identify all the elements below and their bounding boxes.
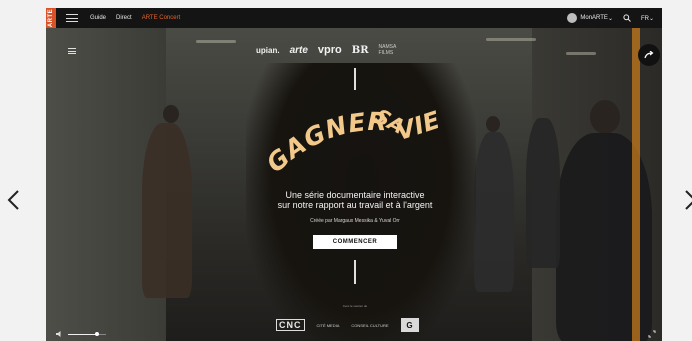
nav-direct[interactable]: Direct xyxy=(116,15,132,21)
divider-line-top xyxy=(354,68,356,90)
chevron-down-icon: ⌄ xyxy=(607,15,613,22)
partner-logos: upian. arte vpro BR NAMSA FILMS xyxy=(256,44,411,56)
br-logo: BR xyxy=(351,44,369,56)
subtitle-line: Une série documentaire interactive xyxy=(285,190,425,200)
volume-icon[interactable] xyxy=(56,330,64,338)
account-menu[interactable]: MonARTE ⌄ xyxy=(567,13,613,23)
arte-topbar: ARTE Guide Direct ARTE Concert MonARTE ⌄… xyxy=(46,8,662,28)
next-slide-arrow-icon[interactable] xyxy=(680,188,692,212)
passerby xyxy=(142,123,192,298)
arte-partner-logo: arte xyxy=(289,44,308,56)
sponsor-logo: CONSEIL CULTURE xyxy=(351,322,389,328)
volume-slider-knob[interactable] xyxy=(94,332,99,336)
divider-line-bottom xyxy=(354,260,356,284)
title-word-vie: VIE xyxy=(393,106,444,146)
ceiling-light xyxy=(566,52,596,55)
passerby-head xyxy=(486,116,500,132)
start-button[interactable]: COMMENCER xyxy=(313,235,397,249)
carousel-stage: ARTE Guide Direct ARTE Concert MonARTE ⌄… xyxy=(0,0,692,341)
project-title: GAGNER SA VIE xyxy=(268,104,444,179)
sponsor-logo: CITÉ MEDIA xyxy=(316,322,340,328)
sponsor-logos: CNC CITÉ MEDIA CONSEIL CULTURE G xyxy=(276,318,419,332)
volume-slider[interactable] xyxy=(68,332,106,336)
namsa-films-logo: NAMSA FILMS xyxy=(378,44,397,56)
share-arrow-icon xyxy=(644,51,654,59)
language-selector[interactable]: FR⌄ xyxy=(641,15,654,22)
hamburger-menu-icon[interactable] xyxy=(66,14,78,22)
passerby xyxy=(474,132,514,292)
passerby-head xyxy=(590,100,620,134)
fullscreen-icon[interactable] xyxy=(648,330,656,338)
side-glow xyxy=(632,28,640,341)
subtitle-line: sur notre rapport au travail et à l'arge… xyxy=(277,200,433,210)
avatar-icon xyxy=(567,13,578,23)
share-button[interactable] xyxy=(638,44,660,66)
passerby-head xyxy=(163,105,179,123)
previous-slide-arrow-icon[interactable] xyxy=(4,188,24,212)
project-credit: Créée par Margaux Messika & Yuval Orr xyxy=(310,218,400,224)
support-label: Avec le soutien de xyxy=(342,304,368,308)
slide-frame: ARTE Guide Direct ARTE Concert MonARTE ⌄… xyxy=(46,8,662,341)
ceiling-light xyxy=(196,40,236,43)
topbar-nav: Guide Direct ARTE Concert xyxy=(90,15,180,21)
search-icon[interactable] xyxy=(623,14,631,22)
nav-arte-concert[interactable]: ARTE Concert xyxy=(142,15,181,21)
cnc-logo: CNC xyxy=(276,319,305,331)
ceiling-light xyxy=(486,38,536,41)
sponsor-logo: G xyxy=(400,318,419,332)
arte-logo[interactable]: ARTE xyxy=(46,8,56,28)
svg-text:GAGNER: GAGNER xyxy=(268,107,388,178)
project-menu-icon[interactable] xyxy=(68,48,76,54)
volume-slider-fill xyxy=(68,334,97,335)
account-label: MonARTE xyxy=(580,15,608,21)
title-word-gagner: GAGNER xyxy=(268,107,388,178)
passerby xyxy=(526,118,560,268)
project-subtitle: Une série documentaire interactive sur n… xyxy=(246,190,464,210)
upian-logo: upian. xyxy=(256,45,280,55)
nav-guide[interactable]: Guide xyxy=(90,15,106,21)
topbar-right: MonARTE ⌄ FR⌄ xyxy=(567,8,654,28)
vpro-logo: vpro xyxy=(317,44,342,56)
